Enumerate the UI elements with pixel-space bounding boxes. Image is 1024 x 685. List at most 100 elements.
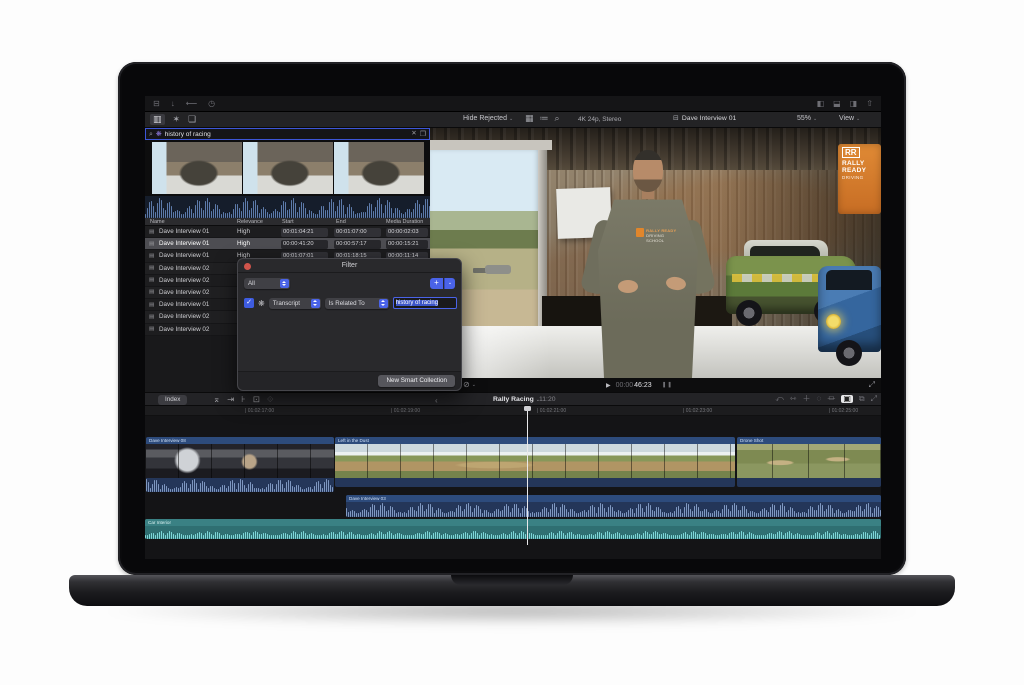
waveform xyxy=(145,531,881,539)
browser-audio-waveform[interactable] xyxy=(145,196,430,218)
browser-list-header[interactable]: Name Relevance Start End Media Duration xyxy=(145,218,430,226)
laptop-screen-bezel: ⊟↓⟵◷ ◧⬓◨⇧ ▥✶❏ Hide Rejected⌄ ▦≔⌕ 4K 24p,… xyxy=(118,62,906,575)
shirt-text: DRIVING SCHOOL xyxy=(646,233,664,243)
viewer-transport-bar: ▶ 00:00 46:23 ❚❚ ⤢ xyxy=(430,378,881,392)
view-label: View xyxy=(839,115,854,122)
add-rule-button[interactable]: + xyxy=(430,278,443,289)
hide-rejected-popup[interactable]: Hide Rejected⌄ xyxy=(463,115,513,122)
filmstrip-frame[interactable] xyxy=(243,142,333,194)
rally-ready-sign: RR RALLY READY DRIVING xyxy=(838,144,881,214)
sign-text: DRIVING xyxy=(842,175,881,180)
table-row[interactable]: ▤Dave Interview 01High00:00:41:2000:00:5… xyxy=(145,238,430,250)
rule-type-popup[interactable]: Transcript xyxy=(269,298,321,309)
insert-clip-icon[interactable]: ⇥ xyxy=(227,395,234,404)
effects-menu-button[interactable]: ⊘⌄ xyxy=(463,380,476,389)
cell-start: 00:00:41:20 xyxy=(281,240,328,249)
clip-list-icon: ▤ xyxy=(149,302,154,308)
import-icon[interactable]: ↓ xyxy=(171,100,175,108)
project-name: Rally Racing xyxy=(493,396,534,403)
timeline-clip-music[interactable]: Car Interior xyxy=(145,519,881,539)
filter-window-icon[interactable]: ❐ xyxy=(420,131,426,138)
overwrite-clip-icon[interactable]: ⊡ xyxy=(253,395,260,404)
clear-search-icon[interactable]: ✕ xyxy=(411,131,416,138)
clip-list-icon: ▤ xyxy=(149,277,154,283)
column-name[interactable]: Name xyxy=(150,219,165,225)
snapping-icon[interactable]: ▣ xyxy=(841,395,853,403)
view-popup[interactable]: View⌄ xyxy=(839,115,860,122)
door-beam xyxy=(430,140,552,150)
playhead[interactable] xyxy=(527,406,528,545)
share-icon[interactable]: ⇧ xyxy=(866,100,873,108)
browser-panel-icon[interactable]: ◧ xyxy=(817,100,825,108)
back-icon[interactable]: ⟵ xyxy=(186,100,197,108)
playhead-handle[interactable] xyxy=(524,406,531,411)
browser-filmstrip[interactable] xyxy=(145,140,430,196)
add-rule-menu-icon[interactable]: ⌄ xyxy=(444,278,455,289)
clip-list-icon: ▤ xyxy=(149,326,154,332)
tools-menu-icon[interactable]: ⟐ xyxy=(267,395,274,404)
timeline-clip-video[interactable]: Left in the Dust xyxy=(335,437,735,487)
background-tasks-icon[interactable]: ◷ xyxy=(208,100,215,108)
timeline-clip-video[interactable]: Dave Interview 08 xyxy=(146,437,334,492)
new-smart-collection-button[interactable]: New Smart Collection xyxy=(378,375,455,387)
titles-generators-icon[interactable]: ❏ xyxy=(188,115,196,124)
timeline-panel-icon[interactable]: ⬓ xyxy=(833,100,841,108)
clip-appearance-icon[interactable]: ▦ xyxy=(525,114,534,123)
timeline-appearance-icon[interactable]: ⧉ xyxy=(859,395,865,403)
inspector-panel-icon[interactable]: ◨ xyxy=(850,100,858,108)
filmstrip-frame[interactable] xyxy=(152,142,242,194)
timeline-view-icons: ⤺ ⇿ ＋ ◌ ⏛ ▣ ⧉ ⤢ xyxy=(775,395,877,403)
play-icon[interactable]: ▶ xyxy=(606,382,611,389)
filmstrip-frame[interactable] xyxy=(334,142,424,194)
column-relevance[interactable]: Relevance xyxy=(237,219,263,225)
list-view-icon[interactable]: ≔ xyxy=(540,114,549,123)
timeline-back-icon[interactable]: ‹ xyxy=(435,396,438,405)
column-end[interactable]: End xyxy=(336,219,346,225)
clip-list-icon: ▤ xyxy=(149,229,154,235)
column-media-duration[interactable]: Media Duration xyxy=(386,219,423,225)
timeline-tracks: Dave Interview 08 Left in the Dust Drone… xyxy=(145,416,881,559)
index-button[interactable]: Index xyxy=(158,395,187,405)
table-row[interactable]: ▤Dave Interview 01High00:01:04:2100:01:0… xyxy=(145,226,430,238)
browser-search-field[interactable]: ⌕ ❋ history of racing ✕ ❐ xyxy=(145,128,430,140)
scope-popup[interactable]: All xyxy=(244,278,290,289)
sidebar-icon[interactable]: ⊟ xyxy=(153,100,160,108)
trim-icon[interactable]: ⤺ xyxy=(775,395,784,403)
cell-name: Dave Interview 02 xyxy=(159,265,209,272)
rule-value-field[interactable]: history of racing xyxy=(393,297,457,309)
clip-icon: ⊟ xyxy=(673,115,679,122)
rule-condition-popup[interactable]: Is Related To xyxy=(325,298,389,309)
smart-collection-icon: ❋ xyxy=(156,131,162,138)
zoom-tool-icon[interactable]: ＋ xyxy=(803,395,811,403)
rule-checkbox[interactable]: ✓ xyxy=(244,298,254,308)
search-icon[interactable]: ⌕ xyxy=(555,114,560,123)
timeline-ruler[interactable]: | 01:02:17:00| 01:02:19:00| 01:02:21:00|… xyxy=(145,406,881,416)
search-icon: ⌕ xyxy=(149,131,153,138)
append-clip-icon[interactable]: ⊦ xyxy=(241,395,245,404)
clip-title: Dave Interview 03 xyxy=(346,495,881,502)
libraries-icon[interactable]: ▥ xyxy=(150,114,165,125)
chevron-down-icon: ⌄ xyxy=(813,116,817,122)
scope-value: All xyxy=(248,280,255,287)
loop-playback-icon[interactable]: ◌ xyxy=(817,395,822,403)
solo-icon[interactable]: ⏛ xyxy=(827,395,835,403)
filter-dialog-header[interactable]: Filter xyxy=(238,259,461,273)
transcript-icon: ❋ xyxy=(258,299,265,308)
position-icon[interactable]: ⇿ xyxy=(790,395,797,403)
connect-clip-icon[interactable]: ⌅ xyxy=(213,395,220,404)
timeline-clip-audio[interactable]: Dave Interview 03 xyxy=(346,495,881,517)
rule-condition-value: Is Related To xyxy=(329,300,365,307)
project-name-popup[interactable]: Rally Racing⌄ xyxy=(493,396,540,403)
photos-audio-icon[interactable]: ✶ xyxy=(173,115,181,124)
range-handles-icon[interactable]: ❚❚ xyxy=(662,382,673,388)
zoom-level-popup[interactable]: 55%⌄ xyxy=(797,115,817,122)
popup-chevron-icon xyxy=(379,299,388,308)
viewer-clip-title-group: ⊟ Dave Interview 01 xyxy=(673,115,736,122)
timeline-fullscreen-icon[interactable]: ⤢ xyxy=(871,395,877,403)
clip-list-icon: ▤ xyxy=(149,289,154,295)
column-start[interactable]: Start xyxy=(282,219,294,225)
fullscreen-icon[interactable]: ⤢ xyxy=(869,380,875,390)
cell-name: Dave Interview 02 xyxy=(159,277,209,284)
timeline-clip-video[interactable]: Drone Shot xyxy=(737,437,881,487)
sign-text: READY xyxy=(842,167,881,174)
